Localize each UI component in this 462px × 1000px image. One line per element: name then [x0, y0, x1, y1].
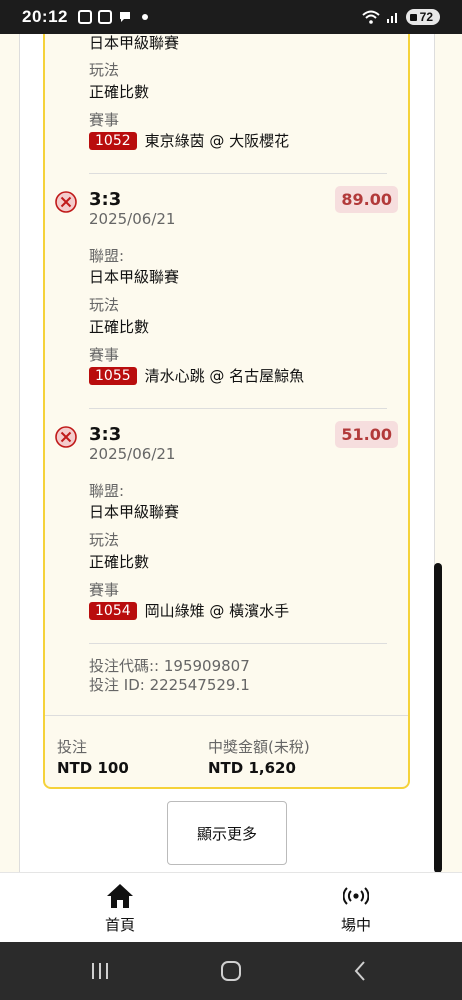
recent-apps-icon[interactable]	[90, 961, 110, 981]
event-row: 1055 清水心跳 @ 名古屋鯨魚	[89, 365, 304, 386]
shopping-bag-icon	[97, 10, 112, 24]
bet-id: 投注 ID: 222547529.1	[89, 676, 250, 694]
show-more-button[interactable]: 顯示更多	[167, 801, 287, 865]
signal-icon	[386, 13, 397, 23]
event-name: 岡山綠雉 @ 橫濱水手	[144, 602, 290, 620]
scrollbar[interactable]	[434, 563, 442, 872]
back-chevron-icon[interactable]	[352, 960, 368, 982]
nav-live[interactable]: 場中	[316, 881, 396, 935]
market-value: 正確比數	[89, 318, 150, 336]
divider	[89, 408, 387, 409]
bet-card: 日本甲級聯賽 玩法 正確比數 賽事 1052 東京綠茵 @ 大阪櫻花 3:3 2…	[43, 34, 410, 789]
bet-codes: 投注代碼:: 195909807 投注 ID: 222547529.1	[89, 657, 250, 695]
event-row: 1052 東京綠茵 @ 大阪櫻花	[89, 130, 289, 151]
league-label: 聯盟:	[89, 247, 125, 265]
live-broadcast-icon	[343, 887, 369, 905]
summary-divider	[45, 715, 408, 716]
bet-code: 投注代碼:: 195909807	[89, 657, 250, 675]
event-name: 清水心跳 @ 名古屋鯨魚	[144, 367, 305, 385]
event-label: 賽事	[89, 111, 120, 129]
nav-home-label: 首頁	[104, 916, 135, 934]
chat-icon	[119, 12, 130, 22]
match-date: 2025/06/21	[89, 210, 176, 228]
league-value: 日本甲級聯賽	[89, 503, 180, 521]
system-navigation-bar	[0, 942, 462, 1000]
score-pick: 3:3	[89, 189, 122, 210]
market-label: 玩法	[89, 531, 120, 549]
market-value: 正確比數	[89, 83, 150, 101]
screenshot-icon	[77, 10, 92, 24]
nav-home[interactable]: 首頁	[80, 881, 160, 935]
league-value: 日本甲級聯賽	[89, 34, 180, 52]
odds-badge: 89.00	[335, 186, 398, 213]
more-notifications-dot	[141, 14, 148, 20]
stake-value: NTD 100	[57, 759, 129, 777]
event-code-badge: 1054	[89, 601, 137, 620]
wifi-icon	[361, 10, 380, 24]
payout-label: 中獎金額(未稅)	[208, 738, 310, 756]
home-circle-icon[interactable]	[220, 960, 242, 982]
lost-x-icon	[55, 426, 77, 448]
divider	[89, 643, 387, 644]
stake-label: 投注	[57, 738, 88, 756]
league-label: 聯盟:	[89, 482, 125, 500]
event-code-badge: 1055	[89, 366, 137, 385]
event-row: 1054 岡山綠雉 @ 橫濱水手	[89, 600, 289, 621]
event-name: 東京綠茵 @ 大阪櫻花	[144, 132, 290, 150]
event-code-badge: 1052	[89, 131, 137, 150]
market-label: 玩法	[89, 61, 120, 79]
score-pick: 3:3	[89, 424, 122, 445]
notification-icons	[77, 10, 148, 24]
odds-badge: 51.00	[335, 421, 398, 448]
event-label: 賽事	[89, 581, 120, 599]
event-label: 賽事	[89, 346, 120, 364]
nav-live-label: 場中	[340, 916, 371, 934]
market-label: 玩法	[89, 296, 120, 314]
home-icon	[107, 884, 133, 908]
payout-value: NTD 1,620	[208, 759, 296, 777]
bottom-navigation: 首頁 場中	[0, 872, 462, 942]
league-value: 日本甲級聯賽	[89, 268, 180, 286]
match-date: 2025/06/21	[89, 445, 176, 463]
lost-x-icon	[55, 191, 77, 213]
battery-indicator: 72	[405, 9, 440, 25]
status-bar: 20:12 72	[0, 0, 462, 34]
status-time: 20:12	[22, 7, 68, 26]
bet-detail-content: 日本甲級聯賽 玩法 正確比數 賽事 1052 東京綠茵 @ 大阪櫻花 3:3 2…	[0, 34, 462, 872]
status-right: 72	[361, 9, 440, 25]
divider	[89, 173, 387, 174]
market-value: 正確比數	[89, 553, 150, 571]
